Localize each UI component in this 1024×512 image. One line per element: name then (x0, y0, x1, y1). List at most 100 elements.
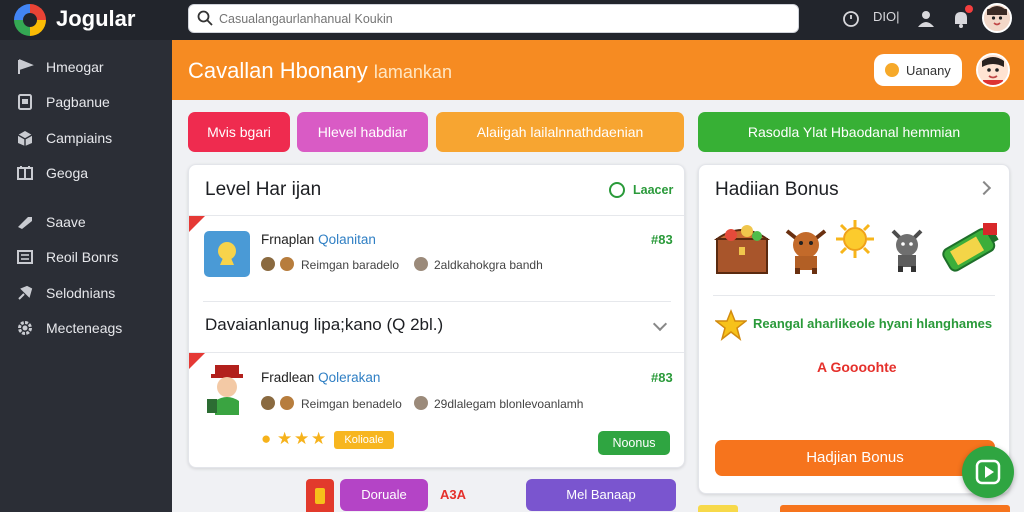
notification-dot (965, 5, 973, 13)
action-pill-2[interactable]: Hlevel habdiar (297, 112, 428, 152)
sidebar-item-campaigns[interactable]: Campiains (0, 121, 172, 155)
bottom-strip (780, 505, 1010, 512)
action-pill-1[interactable]: Mvis bgari (188, 112, 290, 152)
row1-points-value: 83 (658, 232, 673, 247)
row1-title[interactable]: Frnaplan Qolanitan (261, 232, 376, 247)
wolf-icon[interactable] (887, 225, 927, 273)
bonus-card-title: Hadiian Bonus (715, 179, 839, 200)
play-icon (975, 459, 1001, 485)
medal-icon (261, 257, 275, 271)
avatar-face-icon (984, 5, 1010, 31)
new-corner-tag (189, 353, 205, 369)
sidebar-item-label: Hmeogar (46, 59, 104, 75)
row2-points-value: 83 (658, 370, 673, 385)
row1-title-highlight: Qolanitan (318, 232, 376, 247)
user-avatar[interactable] (982, 3, 1012, 33)
sidebar-item-label: Selodnians (46, 285, 116, 301)
battery-icon[interactable] (937, 219, 1003, 277)
profile-avatar[interactable] (976, 53, 1010, 87)
clock-icon[interactable] (840, 8, 862, 30)
top-bar: Jogular DIO| (0, 0, 1024, 40)
grid-icon (17, 166, 33, 180)
page-header: Cavallan Hbonany lamankan Uanany (172, 40, 1024, 100)
medal-icon (261, 396, 275, 410)
sidebar-item-label: Pagbanue (46, 94, 110, 110)
person-icon[interactable] (915, 8, 937, 30)
row2-title-text: Fradlean (261, 370, 315, 385)
bottom-button-1[interactable]: Doruale (340, 479, 428, 511)
list-icon (17, 250, 33, 264)
level-card-title: Level Har ijan (205, 179, 322, 200)
row2-action-button[interactable]: Noonus (598, 431, 670, 455)
sidebar-item-geoga[interactable]: Geoga (0, 156, 172, 190)
coin-icon (885, 63, 899, 77)
claim-bonus-button[interactable]: Hadjian Bonus (715, 440, 995, 476)
row1-title-text: Frnaplan (261, 232, 315, 247)
sidebar-item-label: Reoil Bonrs (46, 249, 119, 265)
trophy-icon (204, 231, 250, 277)
sun-icon[interactable] (835, 219, 875, 259)
bull-icon[interactable] (783, 223, 829, 275)
page-subtitle: lamankan (373, 62, 452, 82)
sidebar-item-reoil-bonrs[interactable]: Reoil Bonrs (0, 240, 172, 274)
sidebar-item-label: Saave (46, 214, 86, 230)
clock-small-icon (414, 257, 428, 271)
star-badge-icon (715, 309, 747, 341)
divider (203, 301, 671, 302)
row2-title-highlight: Qolerakan (318, 370, 381, 385)
row2-meta-b: 29dlalegam blonlevoanlamh (434, 397, 584, 411)
bottom-button-2[interactable]: Mel Banaap (526, 479, 676, 511)
bottle-icon (315, 488, 325, 504)
search-bar[interactable] (188, 4, 799, 33)
star-icon: ★ (294, 429, 310, 448)
profile-face-icon (978, 55, 1008, 85)
clock-small-icon (414, 396, 428, 410)
divider (713, 295, 995, 296)
file-icon (18, 94, 32, 110)
chevron-right-icon[interactable] (976, 180, 992, 196)
flag-icon (18, 59, 34, 74)
sidebar-item-settings[interactable]: Mecteneags (0, 311, 172, 345)
page-title-text: Cavallan Hbonany (188, 58, 368, 83)
bottom-value: A3A (440, 487, 467, 502)
topbar-label[interactable]: DIO| (873, 9, 900, 24)
treasure-chest-icon[interactable] (713, 219, 771, 275)
divider (189, 352, 684, 353)
bottom-tag (306, 479, 334, 512)
sidebar-item-pages[interactable]: Pagbanue (0, 85, 172, 119)
level-card: Level Har ijan Laacer Frnaplan Qolanitan… (188, 164, 685, 468)
action-pill-4[interactable]: Rasodla Ylat Hbaodanal hemmian (698, 112, 1010, 152)
floating-action-button[interactable] (962, 446, 1014, 498)
reward-text: Reangal aharlikeole hyani hlanghames (753, 316, 993, 331)
section-title: Davaianlanug lipa;kano (Q 2bl.) (205, 315, 444, 334)
megaphone-icon (18, 217, 32, 229)
gear-icon (18, 321, 32, 335)
badge-circle-icon (609, 182, 625, 198)
bottom-strip (698, 505, 738, 512)
row2-points: #83 (651, 370, 673, 385)
divider (189, 215, 684, 216)
header-button-label: Uanany (906, 63, 951, 78)
search-input[interactable] (219, 8, 779, 30)
sidebar-item-label: Campiains (46, 130, 113, 146)
header-button[interactable]: Uanany (874, 54, 962, 86)
chevron-down-icon[interactable] (652, 316, 668, 332)
app-logo-text[interactable]: Jogular (56, 6, 135, 32)
pin-icon (280, 396, 294, 410)
sidebar-item-selodnians[interactable]: Selodnians (0, 276, 172, 310)
bonus-card: Hadiian Bonus Reangal aharlikeole hyani … (698, 164, 1010, 494)
row2-tag: Kolioale (334, 431, 394, 449)
star-rating: ● ★ ★ ★ (261, 429, 331, 449)
sidebar-item-home[interactable]: Hmeogar (0, 50, 172, 84)
app-logo-icon[interactable] (14, 4, 46, 36)
action-pill-3[interactable]: Alaiigah lailalnnathdaenian (436, 112, 684, 152)
row2-title[interactable]: Fradlean Qolerakan (261, 370, 380, 385)
sidebar: Hmeogar Pagbanue Campiains Geoga Saave R… (0, 40, 172, 512)
sidebar-item-label: Geoga (46, 165, 89, 181)
level-badge-text: Laacer (633, 183, 674, 197)
row1-meta-a: Reimgan baradelo (301, 258, 400, 272)
new-corner-tag (189, 216, 205, 232)
row1-meta-b: 2aldkahokgra bandh (434, 258, 543, 272)
reward-sub: A Goooohte (817, 359, 897, 375)
sidebar-item-saave[interactable]: Saave (0, 205, 172, 239)
